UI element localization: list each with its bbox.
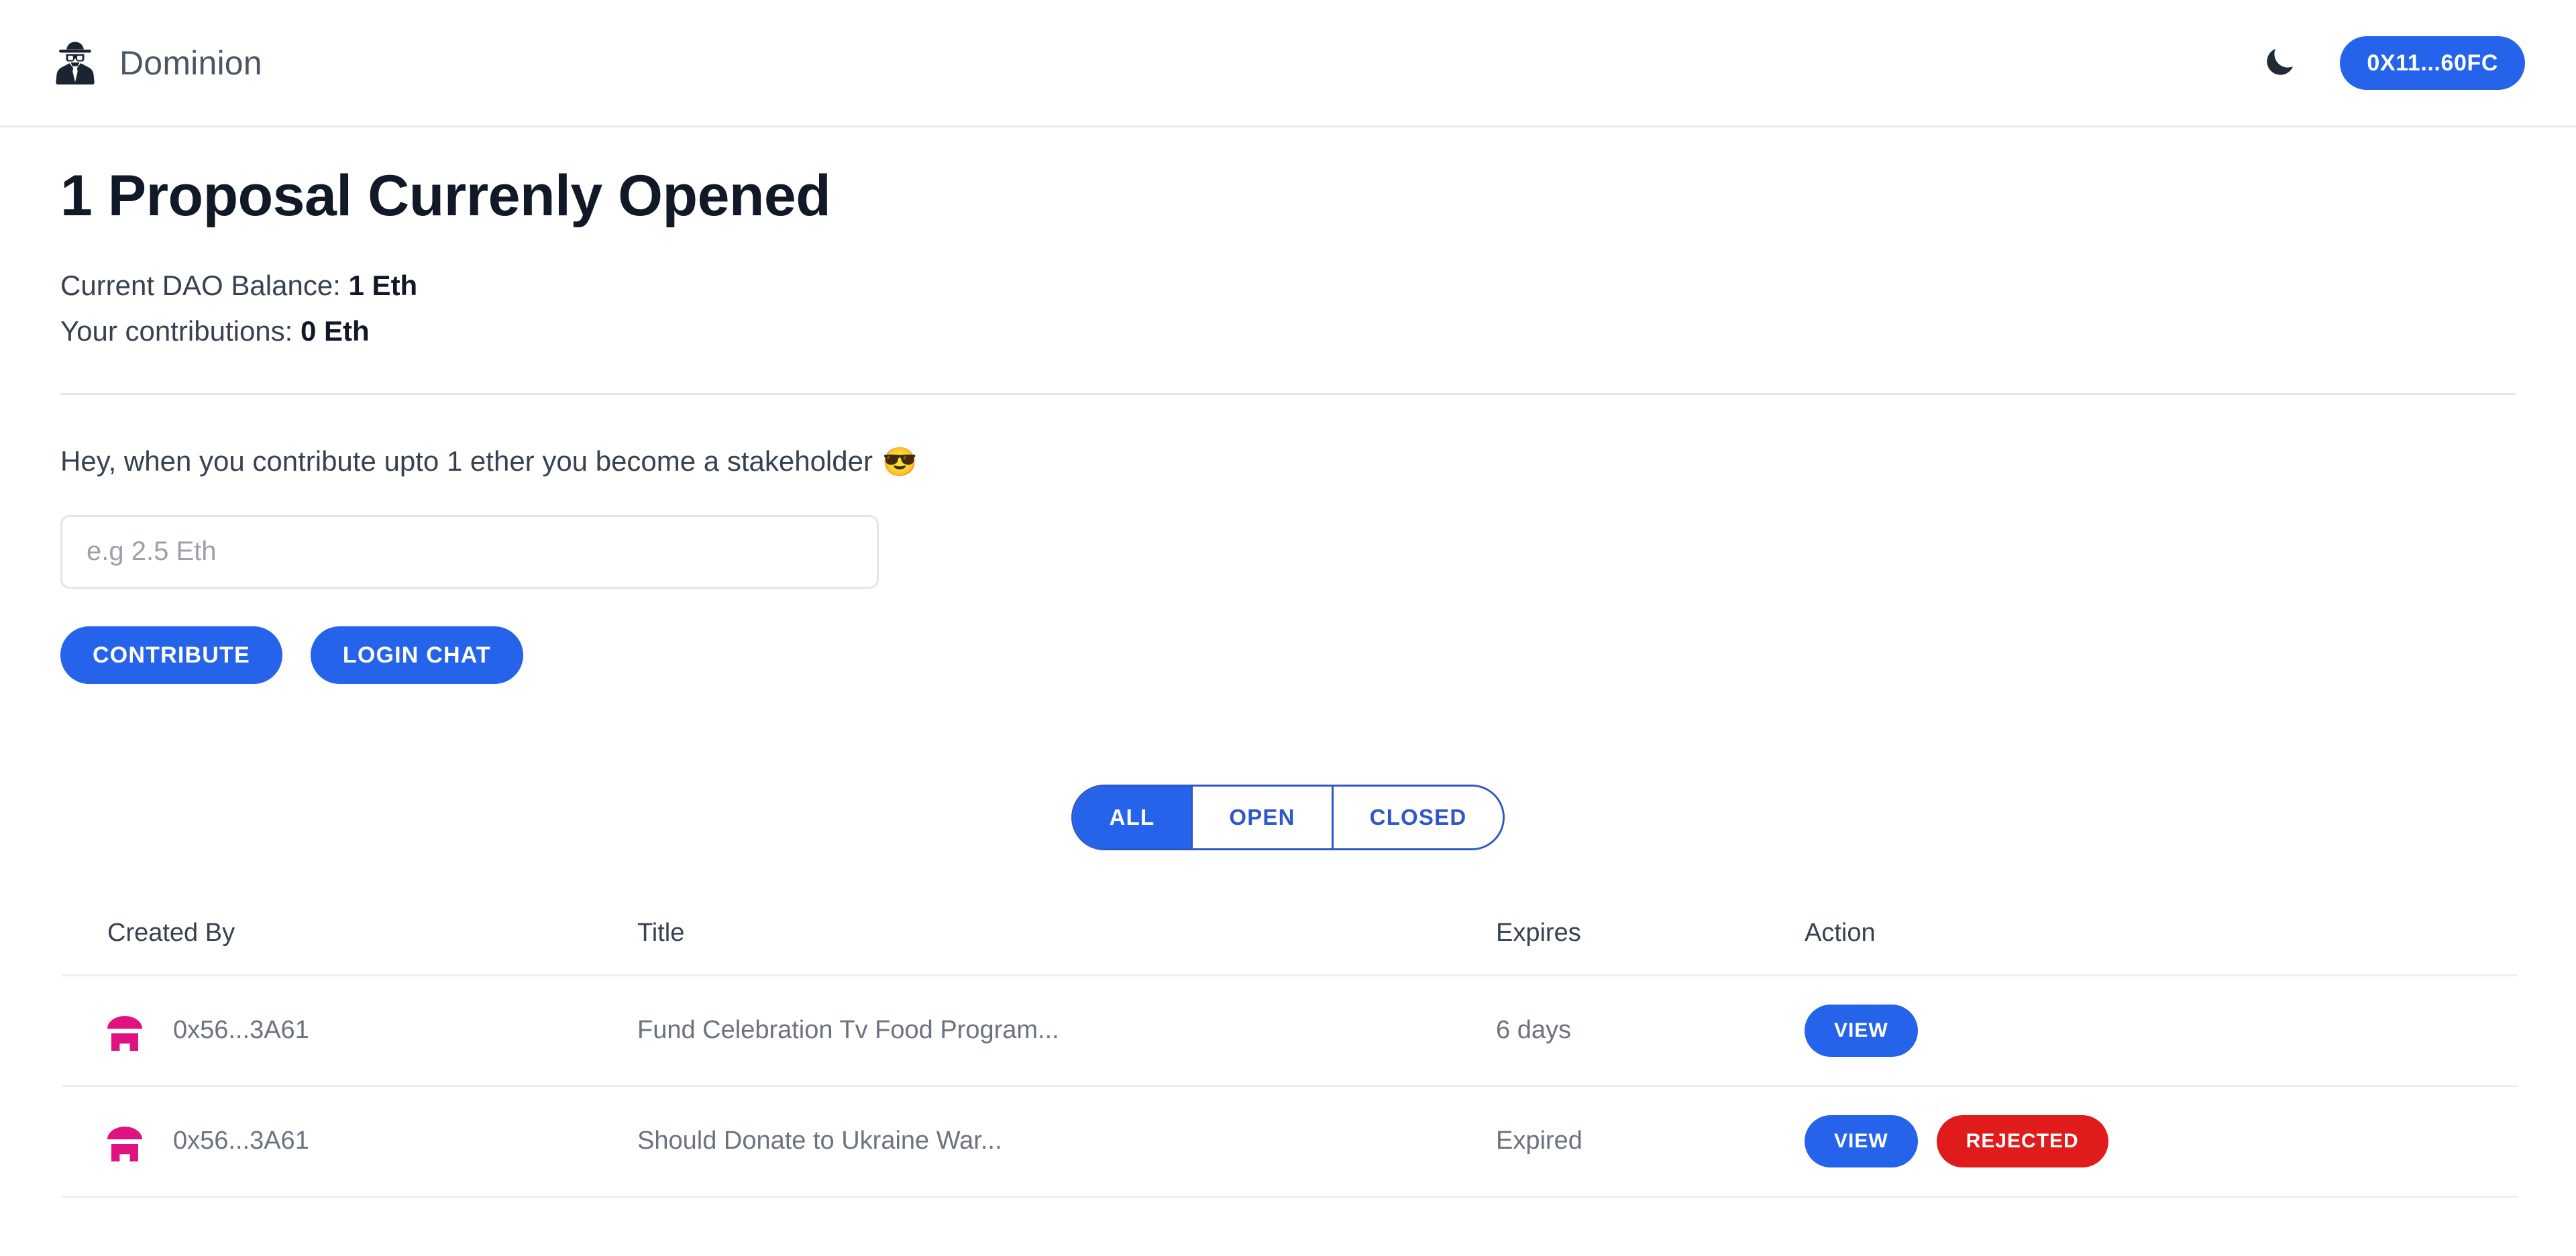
cell-proposal-title: Should Donate to Ukraine War...: [637, 1086, 1496, 1196]
table-header-row: Created By Title Expires Action: [62, 896, 2518, 976]
view-proposal-button[interactable]: VIEW: [1805, 1005, 1918, 1057]
cell-created-by: 0x56...3A61: [62, 975, 637, 1086]
action-buttons: VIEW REJECTED: [1805, 1115, 2518, 1167]
identicon-avatar: [107, 1011, 142, 1051]
spy-detective-icon: [51, 38, 99, 88]
page-title: 1 Proposal Currenly Opened: [60, 164, 2516, 228]
table-row[interactable]: 0x56...3A61 Fund Celebration Tv Food Pro…: [62, 975, 2518, 1086]
contribute-actions: CONTRIBUTE LOGIN CHAT: [60, 626, 2516, 684]
stakeholder-note-text: Hey, when you contribute upto 1 ether yo…: [60, 443, 873, 480]
contribution-amount-input[interactable]: [60, 515, 879, 589]
table-head: Created By Title Expires Action: [62, 896, 2518, 976]
proposals-table-wrapper: Created By Title Expires Action: [62, 896, 2518, 1198]
action-buttons: VIEW: [1805, 1005, 2518, 1057]
section-divider: [60, 393, 2516, 395]
filter-tab-closed[interactable]: CLOSED: [1334, 787, 1503, 848]
column-header-expires: Expires: [1496, 896, 1805, 976]
view-proposal-button[interactable]: VIEW: [1805, 1115, 1918, 1167]
filter-tab-open[interactable]: OPEN: [1193, 787, 1333, 848]
dao-balance-value: 1 Eth: [349, 270, 418, 301]
header-actions: 0X11...60FC: [2259, 36, 2525, 90]
sunglasses-emoji-icon: 😎: [882, 448, 917, 476]
cell-action: VIEW: [1805, 975, 2518, 1086]
cell-proposal-title: Fund Celebration Tv Food Program...: [637, 975, 1496, 1086]
column-header-created-by: Created By: [62, 896, 637, 976]
balance-summary: Current DAO Balance: 1 Eth Your contribu…: [60, 263, 2516, 354]
dao-balance-label: Current DAO Balance:: [60, 270, 341, 301]
app-header: Dominion 0X11...60FC: [0, 0, 2576, 127]
proposals-table: Created By Title Expires Action: [62, 896, 2518, 1198]
wallet-address-button[interactable]: 0X11...60FC: [2340, 36, 2525, 90]
identicon-avatar: [107, 1121, 142, 1161]
dao-balance-line: Current DAO Balance: 1 Eth: [60, 263, 2516, 308]
table-body: 0x56...3A61 Fund Celebration Tv Food Pro…: [62, 975, 2518, 1196]
rejected-status-badge[interactable]: REJECTED: [1937, 1115, 2108, 1167]
login-chat-button[interactable]: LOGIN CHAT: [311, 626, 523, 684]
stakeholder-note: Hey, when you contribute upto 1 ether yo…: [60, 443, 2516, 480]
moon-icon[interactable]: [2259, 44, 2298, 82]
creator-cell: 0x56...3A61: [107, 1011, 637, 1051]
brand-name: Dominion: [119, 44, 262, 82]
your-contributions-label: Your contributions:: [60, 315, 292, 347]
your-contributions-value: 0 Eth: [301, 315, 370, 347]
cell-expires: Expired: [1496, 1086, 1805, 1196]
cell-created-by: 0x56...3A61: [62, 1086, 637, 1196]
brand[interactable]: Dominion: [51, 38, 262, 88]
table-row[interactable]: 0x56...3A61 Should Donate to Ukraine War…: [62, 1086, 2518, 1196]
creator-address: 0x56...3A61: [173, 1127, 309, 1155]
filter-tab-all[interactable]: ALL: [1073, 787, 1193, 848]
proposal-filter-tabs: ALL OPEN CLOSED: [1071, 785, 1505, 850]
proposal-filter-wrapper: ALL OPEN CLOSED: [60, 785, 2516, 850]
creator-cell: 0x56...3A61: [107, 1121, 637, 1161]
your-contributions-line: Your contributions: 0 Eth: [60, 308, 2516, 354]
creator-address: 0x56...3A61: [173, 1016, 309, 1045]
column-header-action: Action: [1805, 896, 2518, 976]
cell-expires: 6 days: [1496, 975, 1805, 1086]
cell-action: VIEW REJECTED: [1805, 1086, 2518, 1196]
contribute-button[interactable]: CONTRIBUTE: [60, 626, 282, 684]
main-content: 1 Proposal Currenly Opened Current DAO B…: [0, 164, 2576, 1198]
column-header-title: Title: [637, 896, 1496, 976]
